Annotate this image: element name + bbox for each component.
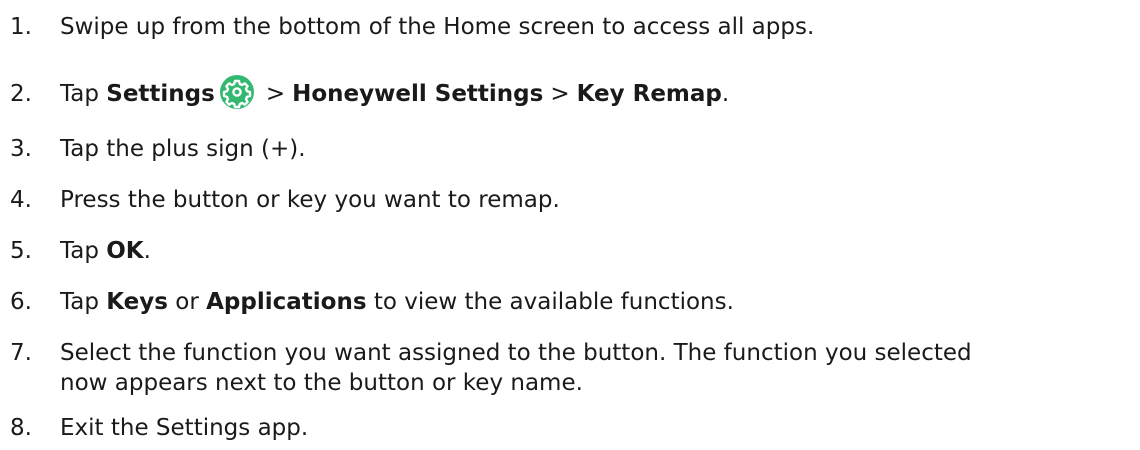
applications-label: Applications: [206, 289, 367, 315]
step-4: 4. Press the button or key you want to r…: [10, 185, 1135, 215]
step-number: 5.: [10, 238, 32, 264]
step-7: 7. Select the function you want assigned…: [10, 338, 1135, 398]
separator: >: [265, 81, 286, 107]
settings-gear-icon: [219, 74, 254, 109]
step-text-middle: or: [167, 289, 207, 315]
key-remap-label: Key Remap: [576, 81, 722, 107]
step-number: 3.: [10, 136, 32, 162]
step-text: Swipe up from the bottom of the Home scr…: [60, 14, 815, 40]
honeywell-settings-label: Honeywell Settings: [292, 81, 544, 107]
separator: >: [550, 81, 570, 107]
step-text-prefix: Tap: [60, 238, 107, 264]
ok-label: OK: [106, 238, 144, 264]
step-1: 1. Swipe up from the bottom of the Home …: [10, 12, 1135, 42]
step-number: 6.: [10, 289, 32, 315]
step-text: Tap Settings > Honeywell Settings > Key Rem…: [60, 74, 1135, 110]
step-number: 4.: [10, 187, 32, 213]
step-number: 2.: [10, 81, 32, 107]
step-number: 8.: [10, 415, 32, 441]
step-text: Press the button or key you want to rema…: [60, 187, 560, 213]
step-text-line-1: Select the function you want assigned to…: [60, 340, 972, 366]
step-text: Exit the Settings app.: [60, 415, 309, 441]
step-text-prefix: Tap: [60, 289, 107, 315]
step-2: 2. Tap Settings > Honeywell Settings > Key …: [10, 74, 1135, 110]
step-number: 7.: [10, 340, 32, 366]
step-text-suffix: .: [721, 81, 730, 107]
step-text: Tap Keys or Applications to view the ava…: [60, 287, 1135, 317]
step-text: Select the function you want assigned to…: [60, 338, 1135, 398]
step-text-suffix: to view the available functions.: [366, 289, 734, 315]
step-text: Tap the plus sign (+).: [60, 136, 306, 162]
step-5: 5. Tap OK.: [10, 236, 1135, 266]
step-text-line-2: now appears next to the button or key na…: [60, 370, 583, 396]
step-3: 3. Tap the plus sign (+).: [10, 134, 1135, 164]
step-6: 6. Tap Keys or Applications to view the …: [10, 287, 1135, 317]
step-text-prefix: Tap: [60, 81, 107, 107]
step-text-suffix: .: [143, 238, 151, 264]
step-8: 8. Exit the Settings app.: [10, 413, 1135, 443]
step-text: Tap OK.: [60, 236, 1135, 266]
step-number: 1.: [10, 14, 32, 40]
keys-label: Keys: [106, 289, 168, 315]
settings-label: Settings: [106, 81, 215, 107]
